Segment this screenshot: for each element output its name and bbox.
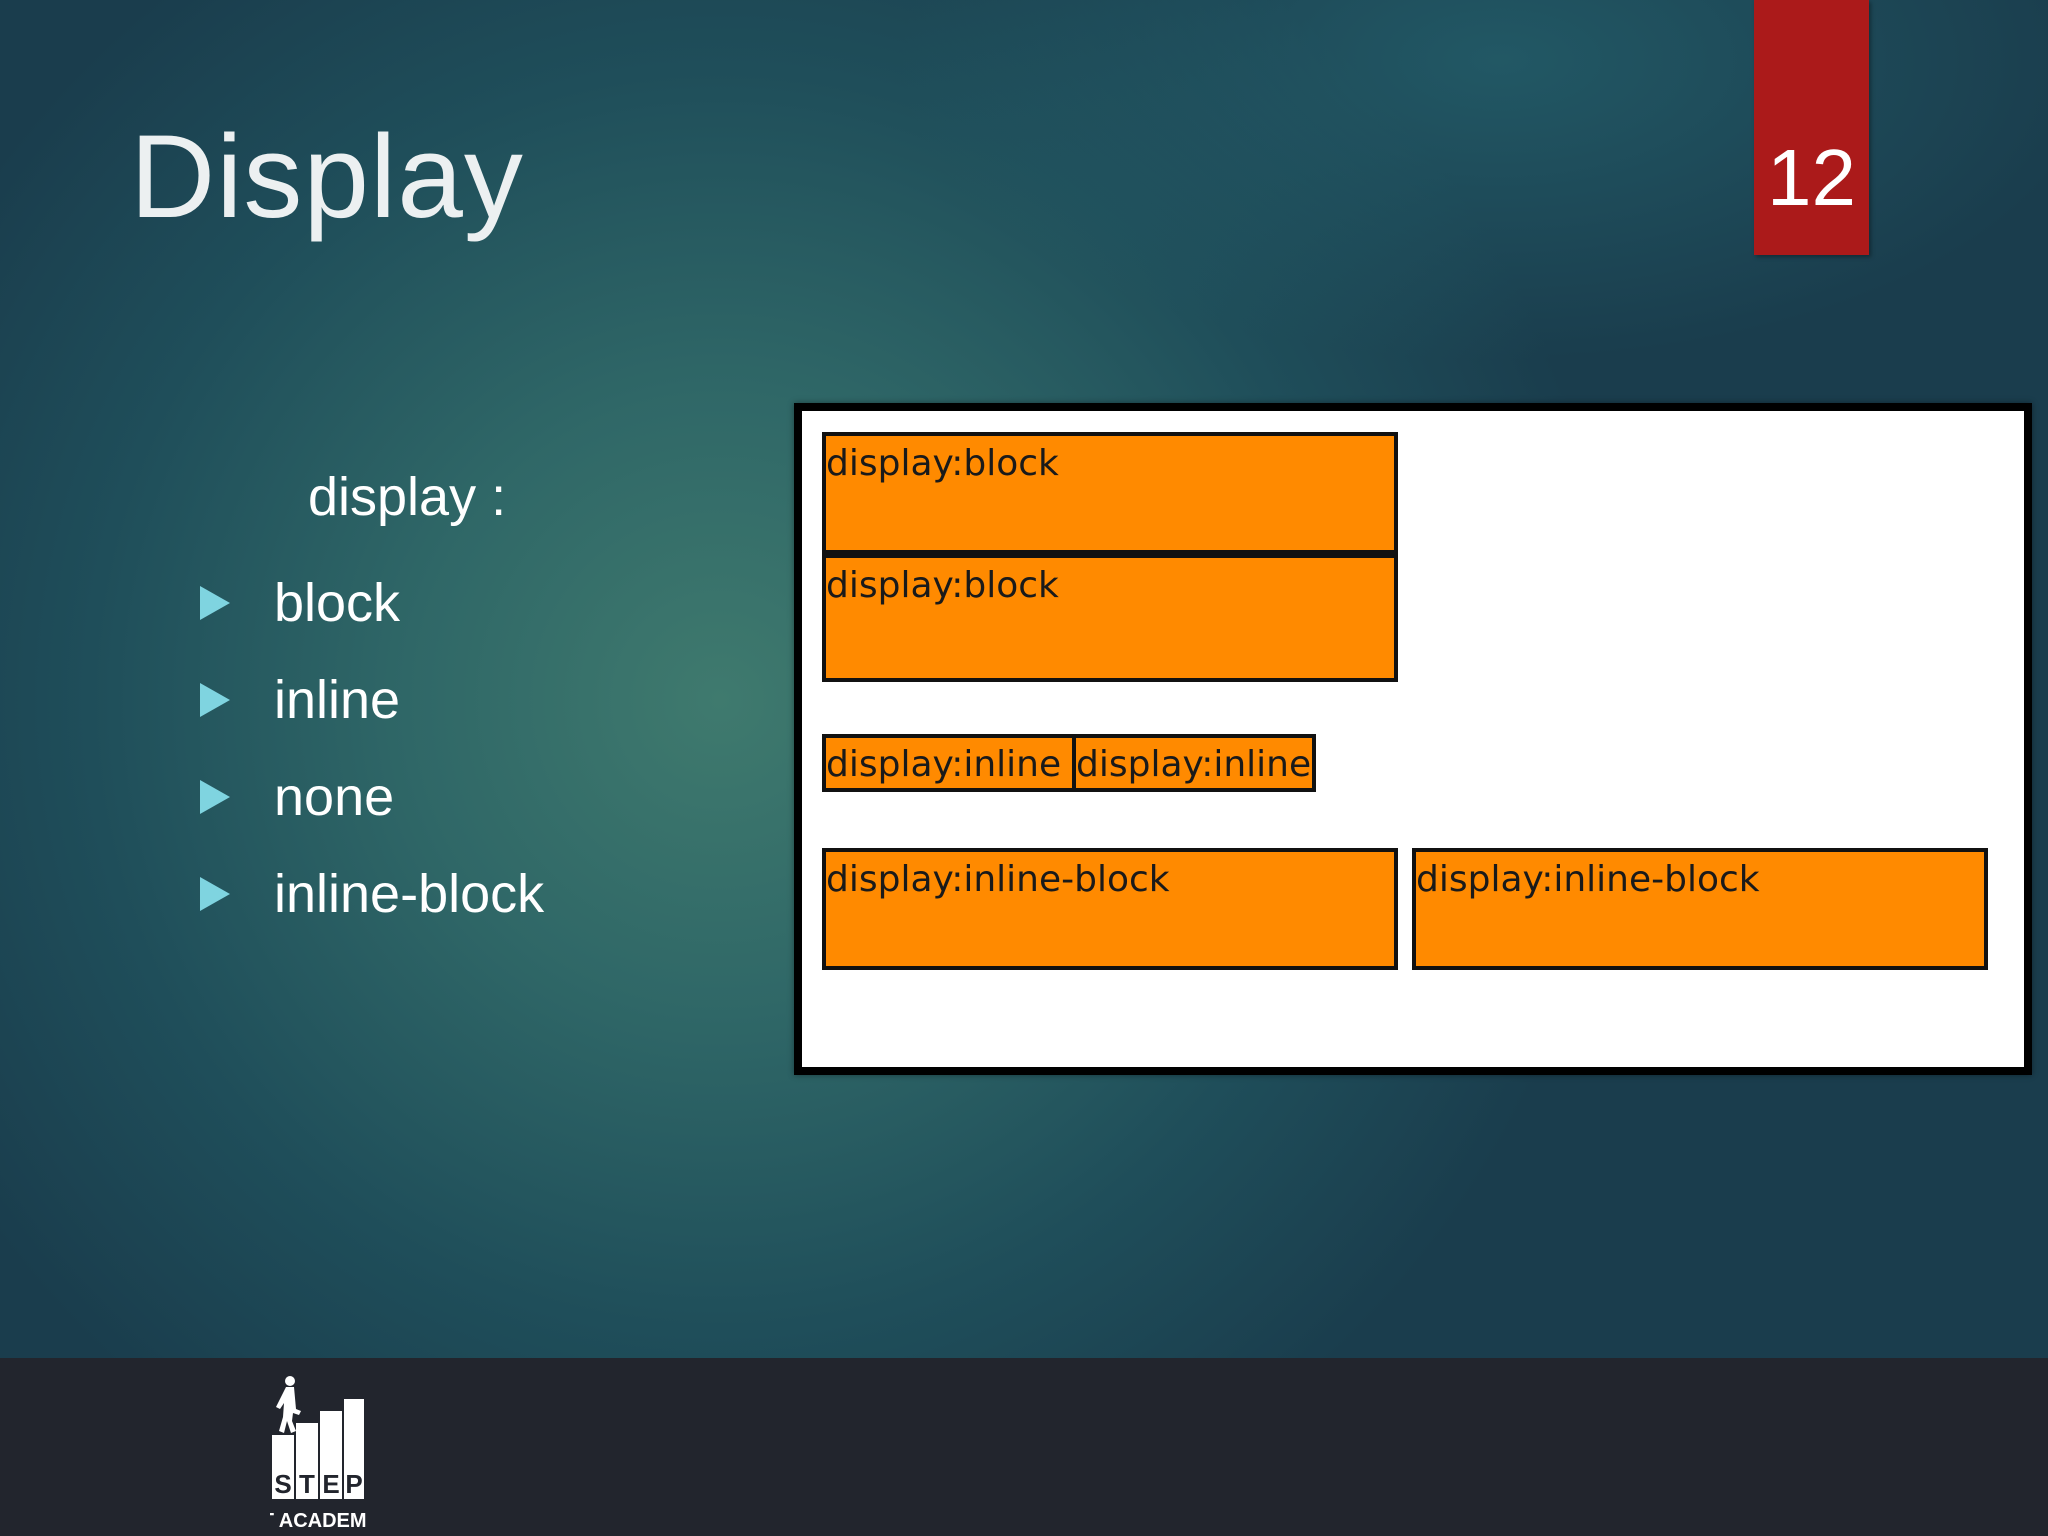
triangle-bullet-icon [200, 876, 230, 911]
bullet-heading: display : [308, 467, 507, 527]
svg-text:IT ACADEMY: IT ACADEMY [270, 1510, 366, 1532]
step-it-academy-logo: S T E P IT ACADEMY [270, 1376, 366, 1532]
list-item: inline-block [200, 867, 544, 921]
page-number: 12 [1767, 133, 1856, 222]
svg-text:E: E [322, 1469, 339, 1499]
inline-block-box-1: display:inline-block [822, 848, 1398, 970]
svg-text:S: S [274, 1469, 291, 1499]
display-demo-image: display:block display:block display:inli… [794, 403, 2032, 1075]
list-item: inline [200, 673, 400, 727]
slide-title: Display [130, 111, 524, 243]
page-number-badge: 12 [1754, 0, 1869, 255]
list-item-label: none [274, 767, 395, 827]
triangle-bullet-icon [200, 682, 230, 717]
list-item-label: inline-block [274, 864, 545, 924]
triangle-bullet-icon [200, 585, 230, 620]
list-item-label: inline [274, 670, 401, 730]
inline-box-1: display:inline [822, 734, 1076, 792]
list-item: none [200, 770, 394, 824]
inline-box-2: display:inline [1072, 734, 1316, 792]
inline-block-box-2: display:inline-block [1412, 848, 1988, 970]
list-item: block [200, 576, 400, 630]
list-item-label: block [274, 573, 401, 633]
block-box-2: display:block [822, 554, 1398, 682]
block-box-1: display:block [822, 432, 1398, 554]
svg-text:T: T [299, 1469, 315, 1499]
svg-text:P: P [345, 1469, 362, 1499]
triangle-bullet-icon [200, 779, 230, 814]
